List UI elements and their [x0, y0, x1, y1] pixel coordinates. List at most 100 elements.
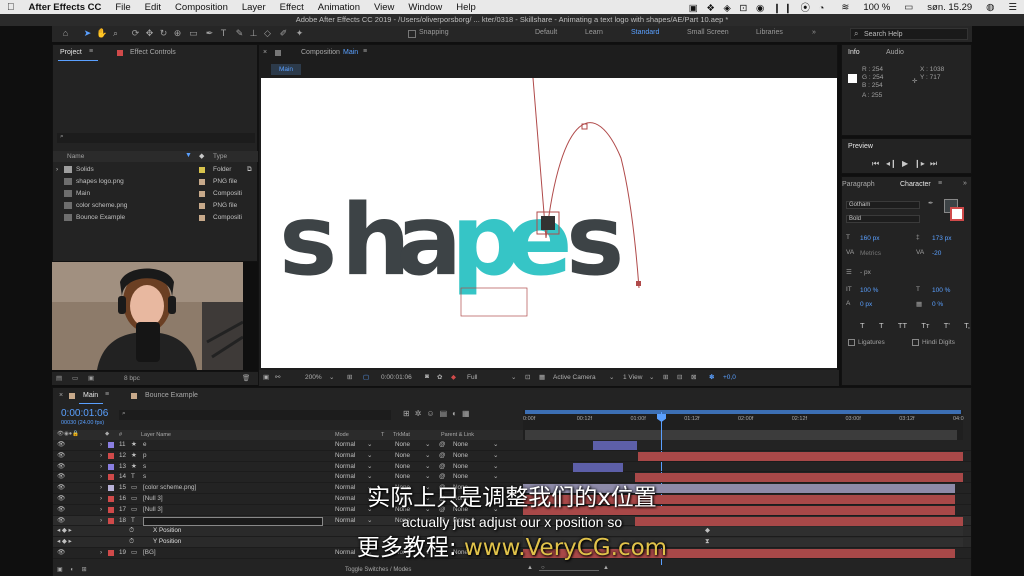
zoom-slider-knob[interactable]: ○ — [541, 565, 545, 571]
interpret-footage-icon[interactable]: ▤ — [56, 374, 62, 382]
project-item[interactable]: color scheme.png PNG file — [53, 200, 259, 211]
mode-dropdown[interactable]: Normal — [335, 548, 355, 559]
title-safe-icon[interactable]: ⊞ — [347, 373, 352, 381]
parent-dropdown[interactable]: None — [453, 548, 468, 559]
layer-duration-bar[interactable] — [635, 473, 963, 483]
trkmat-chevron-icon[interactable]: ⌄ — [425, 462, 430, 473]
layer-label-color[interactable] — [108, 496, 114, 502]
label-col-icon[interactable]: ◆ — [105, 431, 109, 437]
mode-chevron-icon[interactable]: ⌄ — [367, 462, 372, 473]
menu-app[interactable]: After Effects CC — [22, 2, 109, 13]
pick-whip-icon[interactable]: @ — [439, 472, 445, 483]
workspace-more-icon[interactable]: » — [812, 29, 816, 36]
hscale-value[interactable]: 100 % — [932, 287, 950, 294]
stopwatch-icon[interactable]: ⏱ — [129, 537, 134, 548]
mode-chevron-icon[interactable]: ⌄ — [367, 440, 372, 451]
trash-icon[interactable]: 🗑 — [242, 374, 250, 382]
expand-arrow-icon[interactable]: › — [100, 548, 102, 559]
kerning-value[interactable]: Metrics — [860, 250, 881, 257]
workspace-libraries[interactable]: Libraries — [756, 29, 783, 36]
timeline-tab-bounce[interactable]: Bounce Example — [145, 392, 198, 399]
type-tool-icon[interactable]: T — [218, 28, 229, 39]
pick-whip-icon[interactable]: @ — [439, 516, 445, 527]
layer-duration-bar[interactable] — [523, 495, 955, 504]
wifi-icon[interactable]: ≋ — [834, 2, 856, 13]
parent-chevron-icon[interactable]: ⌄ — [493, 516, 498, 527]
new-folder-icon[interactable]: ▭ — [72, 374, 78, 382]
superscript-button[interactable]: T' — [944, 321, 950, 330]
project-item[interactable]: Bounce Example Compositi — [53, 212, 259, 223]
frame-blend-icon[interactable]: ▤ — [440, 409, 453, 418]
pen-tool-icon[interactable]: ✒ — [204, 28, 215, 39]
mode-dropdown[interactable]: Normal — [335, 483, 355, 494]
resolution-dropdown[interactable]: Full — [467, 374, 477, 381]
workspace-standard[interactable]: Standard — [631, 29, 659, 36]
col-parent[interactable]: Parent & Link — [441, 432, 474, 438]
rectangle-tool-icon[interactable]: ▭ — [188, 28, 199, 39]
expand-arrow-icon[interactable]: › — [100, 462, 102, 473]
trkmat-dropdown[interactable]: None — [395, 516, 410, 527]
new-comp-icon[interactable]: ▣ — [88, 374, 94, 382]
layer-label-color[interactable] — [108, 463, 114, 470]
trkmat-chevron-icon[interactable]: ⌄ — [425, 548, 430, 559]
parent-chevron-icon[interactable]: ⌄ — [493, 494, 498, 505]
layer-row[interactable]: 👁 › 14 Normal ⌄ None ⌄ @ None ⌄ Ts — [53, 472, 971, 484]
trkmat-dropdown[interactable]: None — [395, 483, 410, 494]
comp-menu-icon[interactable]: ≡ — [363, 48, 367, 55]
resolution-chevron-icon[interactable]: ⌄ — [511, 373, 516, 381]
layer-row[interactable]: 👁 › 16 Normal ⌄ None ⌄ @ None ⌄ ▭ [Null 3] — [53, 494, 971, 505]
selection-tool-icon[interactable]: ➤ — [82, 28, 93, 39]
layer-row[interactable]: 👁 › 15 Normal ⌄ None ⌄ @ None ⌄ ▭ [color scheme.png… — [53, 483, 971, 494]
av-switches-icon[interactable]: 👁◉●🔒 — [57, 431, 79, 437]
3d-icon[interactable]: ⊠ — [691, 373, 696, 381]
parent-chevron-icon[interactable]: ⌄ — [493, 548, 498, 559]
menu-file[interactable]: File — [108, 2, 137, 13]
faux-italic-button[interactable]: T — [879, 321, 884, 330]
battery-icon[interactable]: ▭ — [897, 2, 920, 13]
property-row[interactable]: ◂ ◆ ▸ ⏱ X Position ◆ — [53, 526, 971, 538]
trkmat-dropdown[interactable]: None — [395, 451, 410, 462]
property-track[interactable] — [523, 527, 963, 537]
menu-edit[interactable]: Edit — [138, 2, 168, 13]
timeline-timecode[interactable]: 0:00:01:06 — [61, 408, 108, 419]
tab-paragraph[interactable]: Paragraph — [842, 181, 875, 188]
zoom-tool-icon[interactable]: ⌕ — [110, 28, 121, 39]
trkmat-chevron-icon[interactable]: ⌄ — [425, 516, 430, 527]
leading-value[interactable]: 173 px — [932, 235, 952, 242]
font-style-dropdown[interactable]: Bold — [846, 215, 920, 223]
workspace-small-screen[interactable]: Small Screen — [687, 29, 729, 36]
font-size-value[interactable]: 160 px — [860, 235, 880, 242]
shy-icon[interactable]: ☺ — [426, 409, 439, 418]
layer-row[interactable]: 👁 › 12 Normal ⌄ None ⌄ @ None ⌄ ★ p — [53, 451, 971, 462]
toggle-switches-modes[interactable]: Toggle Switches / Modes — [345, 567, 411, 573]
panel-more-icon[interactable]: » — [963, 180, 967, 187]
roto-brush-icon[interactable]: ✐ — [278, 28, 289, 39]
menu-layer[interactable]: Layer — [235, 2, 273, 13]
col-t[interactable]: T — [381, 432, 384, 438]
expand-arrow-icon[interactable]: › — [100, 483, 102, 494]
trkmat-dropdown[interactable]: None — [395, 472, 410, 483]
parent-chevron-icon[interactable]: ⌄ — [493, 451, 498, 462]
label-color-swatch[interactable] — [199, 167, 205, 173]
reset-exposure-icon[interactable]: ✽ — [709, 373, 714, 381]
timeline-zoom-slider[interactable] — [539, 570, 599, 571]
grid-icon[interactable]: ⊞ — [663, 373, 668, 381]
comp-flowchart-icon[interactable]: ⊞ — [403, 409, 415, 418]
mode-dropdown[interactable]: Normal — [335, 472, 355, 483]
layer-duration-bar[interactable] — [635, 516, 963, 526]
search-help-field[interactable]: ⌕ Search Help — [850, 28, 968, 40]
timeline-tab-main[interactable]: Main — [83, 392, 98, 399]
tab-audio[interactable]: Audio — [886, 49, 904, 56]
tab-effect-controls[interactable]: Effect Controls — [130, 49, 176, 56]
pick-whip-icon[interactable]: @ — [439, 505, 445, 516]
battery-label[interactable]: 100 % — [856, 2, 897, 13]
expand-arrow-icon[interactable]: › — [100, 494, 102, 505]
comp-close-icon[interactable]: × — [263, 49, 267, 56]
zoom-chevron-icon[interactable]: ⌄ — [329, 373, 334, 381]
project-item[interactable]: › Solids Folder ⧉ — [53, 164, 259, 175]
zoom-dropdown[interactable]: 200% — [305, 374, 322, 381]
camera-chevron-icon[interactable]: ⌄ — [609, 373, 614, 381]
layer-duration-bar[interactable] — [638, 451, 963, 461]
hindi-digits-checkbox[interactable] — [912, 339, 919, 346]
layer-name[interactable]: p — [143, 451, 147, 462]
